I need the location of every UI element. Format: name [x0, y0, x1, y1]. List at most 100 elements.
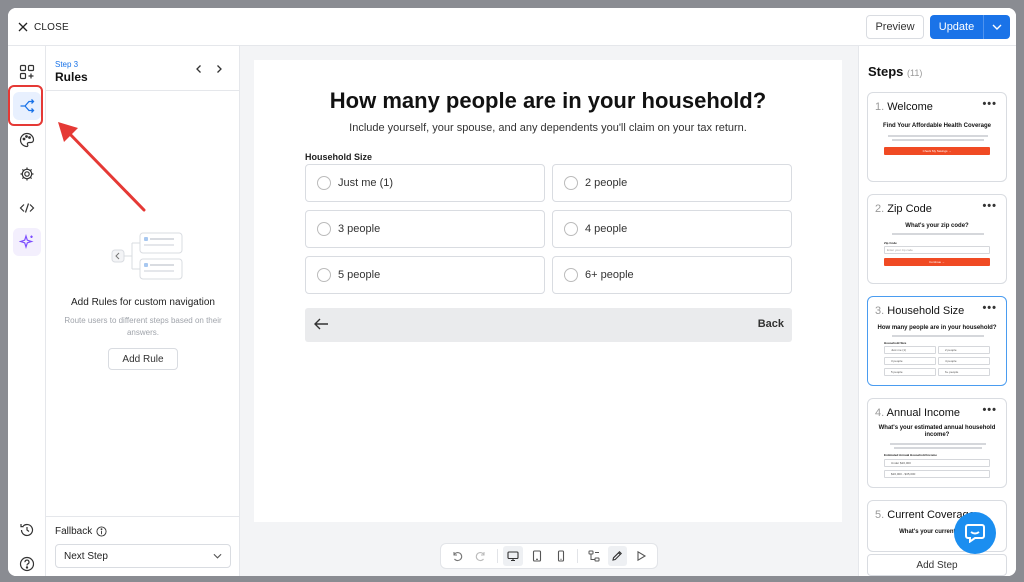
thumb-title: What's your estimated annual household i…	[878, 425, 996, 438]
mobile-view-button[interactable]	[551, 546, 571, 566]
option-just-me[interactable]: Just me (1)	[305, 164, 545, 202]
step-card-welcome[interactable]: 1. Welcome ••• Find Your Affordable Heal…	[867, 92, 1007, 182]
desktop-view-button[interactable]	[503, 546, 524, 566]
back-label: Back	[757, 318, 784, 330]
step-card-household-size[interactable]: 3. Household Size ••• How many people ar…	[867, 296, 1007, 386]
thumb-text-line	[894, 447, 982, 449]
thumb-field-label: Household Size	[884, 341, 907, 345]
option-label: 2 people	[585, 177, 628, 189]
step-card-title: 3. Household Size	[875, 305, 964, 317]
play-icon	[637, 550, 647, 562]
undo-icon	[453, 552, 463, 562]
update-button[interactable]: Update	[930, 15, 984, 39]
code-icon	[19, 203, 35, 213]
close-button[interactable]: CLOSE	[18, 18, 69, 36]
field-label[interactable]: Household Size	[305, 152, 372, 162]
step-card-zip-code[interactable]: 2. Zip Code ••• What's your zip code? Zi…	[867, 194, 1007, 284]
fallback-label: Fallback	[55, 526, 107, 537]
option-2-people[interactable]: 2 people	[552, 164, 792, 202]
help-button[interactable]	[13, 550, 41, 576]
rules-illustration-icon	[111, 232, 183, 280]
thumb-option: 2 people	[938, 346, 990, 354]
history-button[interactable]	[13, 516, 41, 544]
thumb-field-label: Estimated Annual Household Income	[884, 453, 937, 457]
radio-icon	[317, 222, 331, 236]
sparkle-icon	[19, 234, 34, 250]
editor-modal: CLOSE Preview Update Step 3 Rules Add Ru…	[8, 8, 1016, 576]
arrow-left-icon	[314, 318, 328, 330]
step-more-button[interactable]: •••	[982, 404, 997, 416]
thumb-option: Just me (1)	[884, 346, 936, 354]
empty-state-description: Route users to different steps based on …	[64, 316, 222, 337]
chat-icon	[965, 524, 985, 543]
steps-count: (11)	[907, 68, 923, 78]
add-elements-button[interactable]	[13, 58, 41, 86]
ai-assistant-button[interactable]	[13, 228, 41, 256]
option-5-people[interactable]: 5 people	[305, 256, 545, 294]
redo-button[interactable]	[471, 546, 491, 566]
step-card-number: 5.	[875, 509, 885, 521]
step-card-title: 1. Welcome	[875, 101, 933, 113]
undo-button[interactable]	[447, 546, 467, 566]
canvas-toolbar	[440, 543, 658, 569]
step-card-number: 1.	[875, 101, 885, 113]
question-title[interactable]: How many people are in your household?	[254, 88, 842, 114]
step-more-button[interactable]: •••	[982, 302, 997, 314]
close-label: CLOSE	[34, 21, 69, 33]
thumb-title: How many people are in your household?	[877, 325, 997, 331]
thumb-text-line	[892, 139, 984, 141]
option-label: 3 people	[338, 223, 381, 235]
thumb-text-line	[892, 233, 984, 235]
thumb-option: 5 people	[884, 368, 936, 376]
annotation-highlight-box	[8, 85, 43, 126]
layout-add-icon	[19, 64, 35, 80]
step-card-number: 3.	[875, 305, 885, 317]
play-preview-button[interactable]	[631, 546, 651, 566]
tablet-view-button[interactable]	[527, 546, 547, 566]
thumb-option: 4 people	[938, 357, 990, 365]
panel-divider	[46, 90, 240, 91]
empty-state-title: Add Rules for custom navigation	[71, 297, 215, 308]
step-nav	[194, 64, 224, 74]
info-icon[interactable]	[96, 526, 107, 537]
step-card-name: Welcome	[887, 101, 933, 113]
chevron-down-icon	[213, 553, 222, 559]
chevron-right-icon[interactable]	[214, 64, 224, 74]
chevron-left-icon[interactable]	[194, 64, 204, 74]
custom-code-button[interactable]	[13, 194, 41, 222]
step-more-button[interactable]: •••	[982, 200, 997, 212]
palette-icon	[19, 132, 35, 148]
settings-button[interactable]	[13, 160, 41, 188]
tablet-icon	[533, 550, 542, 562]
thumb-cta: Check My Savings →	[884, 147, 990, 155]
edit-mode-button[interactable]	[607, 546, 628, 566]
flow-view-button[interactable]	[584, 546, 604, 566]
back-button[interactable]: Back	[305, 308, 792, 342]
question-subtitle[interactable]: Include yourself, your spouse, and any d…	[254, 122, 842, 134]
thumb-text-line	[890, 443, 986, 445]
thumb-input: Enter your zip code	[884, 246, 990, 254]
theme-button[interactable]	[13, 126, 41, 154]
option-label: 6+ people	[585, 269, 634, 281]
radio-icon	[317, 268, 331, 282]
add-rule-button[interactable]: Add Rule	[108, 348, 178, 370]
option-4-people[interactable]: 4 people	[552, 210, 792, 248]
update-dropdown-button[interactable]	[984, 15, 1010, 39]
radio-icon	[564, 268, 578, 282]
preview-button[interactable]: Preview	[866, 15, 924, 39]
thumb-option: $20,000 - $35,000	[884, 470, 990, 478]
toolbar-divider	[496, 549, 498, 563]
fallback-divider	[46, 516, 240, 517]
fallback-select[interactable]: Next Step	[55, 544, 231, 568]
step-more-button[interactable]: •••	[982, 98, 997, 110]
option-label: 4 people	[585, 223, 628, 235]
thumb-option: 6+ people	[938, 368, 990, 376]
option-3-people[interactable]: 3 people	[305, 210, 545, 248]
step-number: Step 3	[55, 60, 79, 69]
step-card-annual-income[interactable]: 4. Annual Income ••• What's your estimat…	[867, 398, 1007, 488]
add-step-button[interactable]: Add Step	[867, 554, 1007, 576]
option-6-plus-people[interactable]: 6+ people	[552, 256, 792, 294]
chat-support-button[interactable]	[954, 512, 996, 554]
annotation-arrow	[58, 122, 146, 212]
toolbar-divider	[576, 549, 578, 563]
